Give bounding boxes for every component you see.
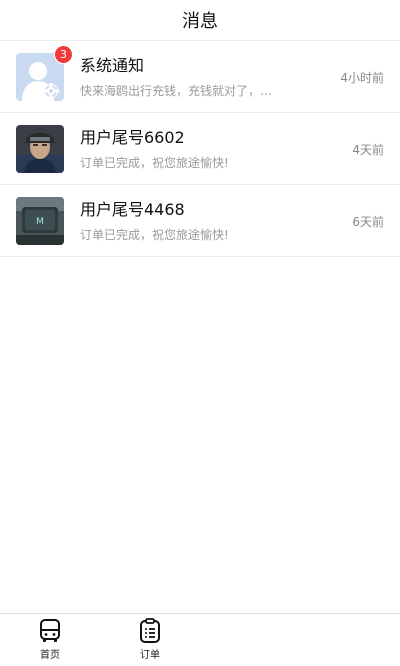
message-sender: 用户尾号6602 (80, 127, 185, 147)
message-sender: 用户尾号4468 (80, 199, 185, 219)
avatar-wrap (16, 124, 64, 173)
user-photo-avatar: M (16, 196, 64, 245)
user-photo-avatar (16, 124, 64, 173)
message-preview: 订单已完成，祝您旅途愉快! (80, 155, 229, 170)
tab-order[interactable]: 订单 (130, 618, 170, 661)
message-content: 系统通知 快来海鸥出行充钱，充钱就对了，… (80, 55, 384, 99)
avatar-wrap: 3 (16, 44, 73, 101)
message-content: 用户尾号4468 订单已完成，祝您旅途愉快! (80, 199, 384, 243)
message-item-user-6602[interactable]: 用户尾号6602 订单已完成，祝您旅途愉快! 4天前 (0, 113, 400, 185)
clipboard-list-icon (140, 618, 160, 643)
message-item-system[interactable]: 3 系统通知 快来海鸥出行充钱，充钱就对了，… 4小时前 (0, 41, 400, 113)
header: 消息 (0, 0, 400, 40)
unread-badge: 3 (54, 44, 73, 64)
message-time: 4天前 (352, 143, 384, 157)
page-title: 消息 (182, 11, 218, 32)
message-content: 用户尾号6602 订单已完成，祝您旅途愉快! (80, 127, 384, 171)
tab-home-label: 首页 (40, 650, 60, 661)
message-preview: 快来海鸥出行充钱，充钱就对了，… (80, 83, 273, 98)
avatar-wrap: M (16, 196, 64, 245)
tab-order-label: 订单 (140, 650, 160, 661)
messages-screen: 消息 3 系统通知 快来海鸥出行充钱，充钱就对了，… 4小时前 用户尾号6602… (0, 0, 400, 666)
message-item-user-4468[interactable]: M 用户尾号4468 订单已完成，祝您旅途愉快! 6天前 (0, 185, 400, 257)
message-sender: 系统通知 (80, 55, 145, 75)
svg-text:M: M (36, 217, 44, 227)
tab-home[interactable]: 首页 (30, 618, 70, 661)
bus-icon (40, 619, 60, 642)
message-list: 3 系统通知 快来海鸥出行充钱，充钱就对了，… 4小时前 用户尾号6602 订单… (0, 40, 400, 257)
message-time: 4小时前 (340, 71, 384, 85)
message-preview: 订单已完成，祝您旅途愉快! (80, 227, 229, 242)
message-time: 6天前 (352, 215, 384, 229)
bottom-tab-bar: 首页 订单 (0, 613, 400, 666)
